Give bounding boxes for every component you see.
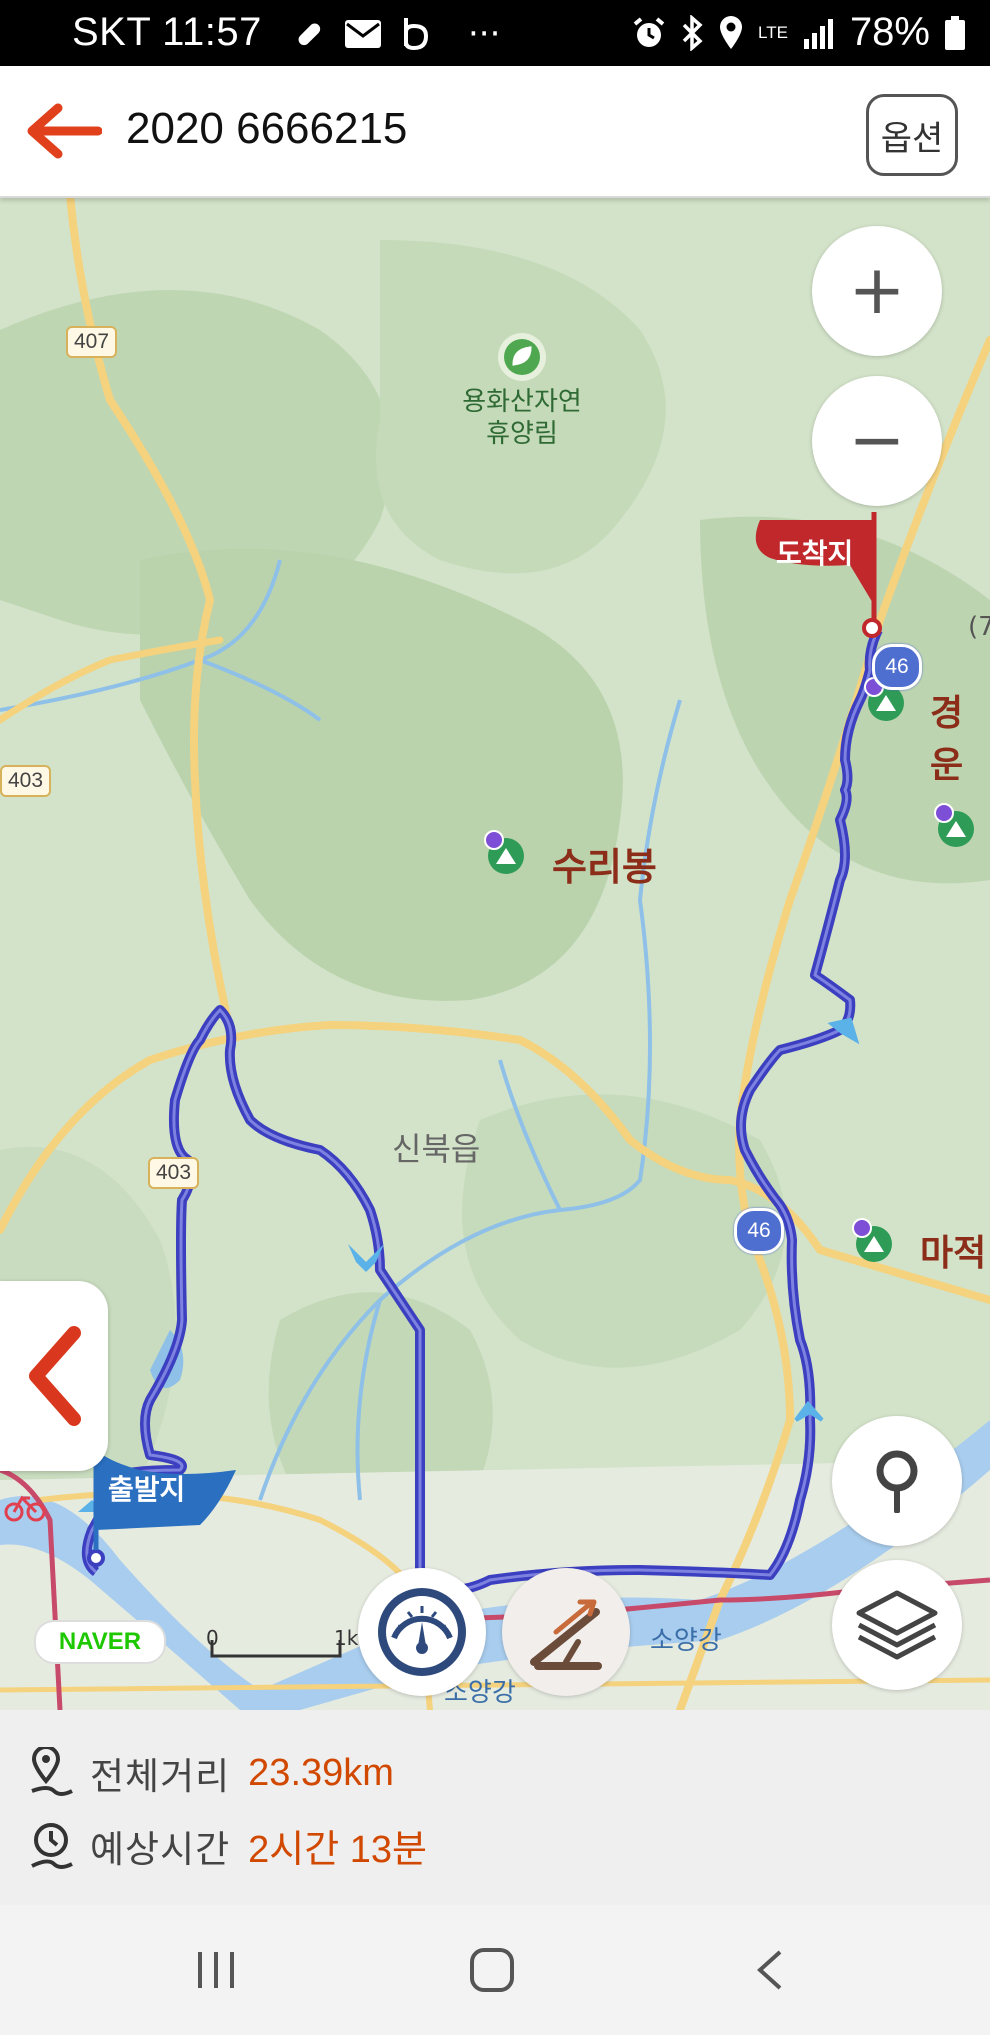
highway-badge-46: 46 (872, 644, 922, 690)
b-app-icon (404, 18, 429, 51)
network-type: LTE (758, 23, 788, 42)
highway-badge-46b: 46 (734, 1208, 784, 1254)
scale-unit: 1k (334, 1626, 359, 1650)
route-pin-icon (31, 1747, 73, 1796)
peak-label-right2: 마적 (920, 1233, 987, 1274)
time-value: 2시간 13분 (248, 1829, 428, 1871)
road-badge-407: 407 (66, 326, 118, 358)
status-icons-left: ··· (292, 14, 500, 54)
edge-label: (7 (968, 612, 990, 642)
page-title: 2020 6666215 (126, 104, 408, 153)
peak-label-right1: 경운 (930, 693, 964, 786)
forest-label-line2: 휴양림 (486, 419, 558, 449)
speedometer-button[interactable] (358, 1568, 486, 1696)
home-icon (470, 1948, 514, 1992)
zoom-out-button[interactable]: − (812, 376, 942, 506)
elevation-button[interactable] (502, 1568, 630, 1696)
minus-icon: − (848, 401, 906, 480)
map-view[interactable]: 407 403 403 46 46 용화산자연 휴양림 수리봉 신북읍 경운 마… (0, 196, 990, 1710)
signal-icon (803, 18, 833, 49)
scale-zero: 0 (206, 1626, 219, 1650)
distance-value: 23.39km (248, 1751, 394, 1794)
naver-logo: NAVER (34, 1620, 166, 1664)
status-icons-right: LTE 78% (632, 10, 966, 55)
system-nav-bar (0, 1905, 990, 2035)
options-button[interactable]: 옵션 (866, 94, 958, 176)
time-row: 예상시간 2시간 13분 (28, 1818, 427, 1873)
home-button[interactable] (452, 1935, 532, 2005)
peak-label-suri: 수리봉 (552, 845, 657, 889)
status-time: SKT 11:57 (72, 10, 262, 54)
status-bar: SKT 11:57 ··· LTE 78% (0, 0, 990, 66)
zoom-in-button[interactable]: + (812, 226, 942, 356)
back-arrow-icon[interactable] (18, 96, 102, 166)
alarm-icon (633, 16, 665, 47)
recent-apps-icon (198, 1952, 234, 1988)
forest-label-line1: 용화산자연 (462, 387, 582, 417)
forest-label: 용화산자연 휴양림 (444, 386, 600, 450)
finish-point-marker (862, 618, 882, 638)
back-chevron-icon (757, 1950, 782, 1990)
recent-apps-button[interactable] (176, 1935, 256, 2005)
map-pin-icon (876, 1450, 918, 1513)
collapse-panel-button[interactable] (0, 1281, 108, 1471)
distance-row: 전체거리 23.39km (28, 1746, 394, 1800)
route-summary-panel: 전체거리 23.39km 예상시간 2시간 13분 (0, 1710, 990, 1905)
chevron-left-icon (29, 1326, 81, 1426)
town-label: 신북읍 (392, 1130, 481, 1168)
start-flag-label: 출발지 (108, 1473, 186, 1506)
road-badge-403b: 403 (148, 1157, 200, 1189)
status-overflow: ··· (468, 14, 501, 54)
layers-icon (856, 1590, 938, 1660)
plus-icon: + (848, 251, 906, 330)
start-point-marker (87, 1549, 105, 1567)
layers-button[interactable] (832, 1560, 962, 1690)
bluetooth-icon (682, 14, 703, 51)
my-location-button[interactable] (832, 1416, 962, 1546)
location-icon (720, 15, 743, 49)
battery-icon (945, 15, 965, 50)
finish-flag-label: 도착지 (776, 537, 854, 570)
speedometer-icon (378, 1588, 466, 1676)
road-badge-403: 403 (0, 765, 52, 797)
forest-poi-icon (498, 333, 546, 381)
mail-icon (345, 20, 381, 48)
app-bar: 2020 6666215 옵션 (0, 66, 990, 198)
river-label-1: 소양강 (650, 1626, 722, 1656)
clock-icon (31, 1822, 73, 1869)
pill-icon (298, 23, 321, 46)
battery-percent: 78% (849, 10, 930, 54)
time-label: 예상시간 (90, 1827, 231, 1871)
options-label: 옵션 (880, 118, 944, 159)
elevation-icon (530, 1599, 602, 1670)
system-back-button[interactable] (730, 1935, 810, 2005)
distance-label: 전체거리 (90, 1755, 231, 1798)
